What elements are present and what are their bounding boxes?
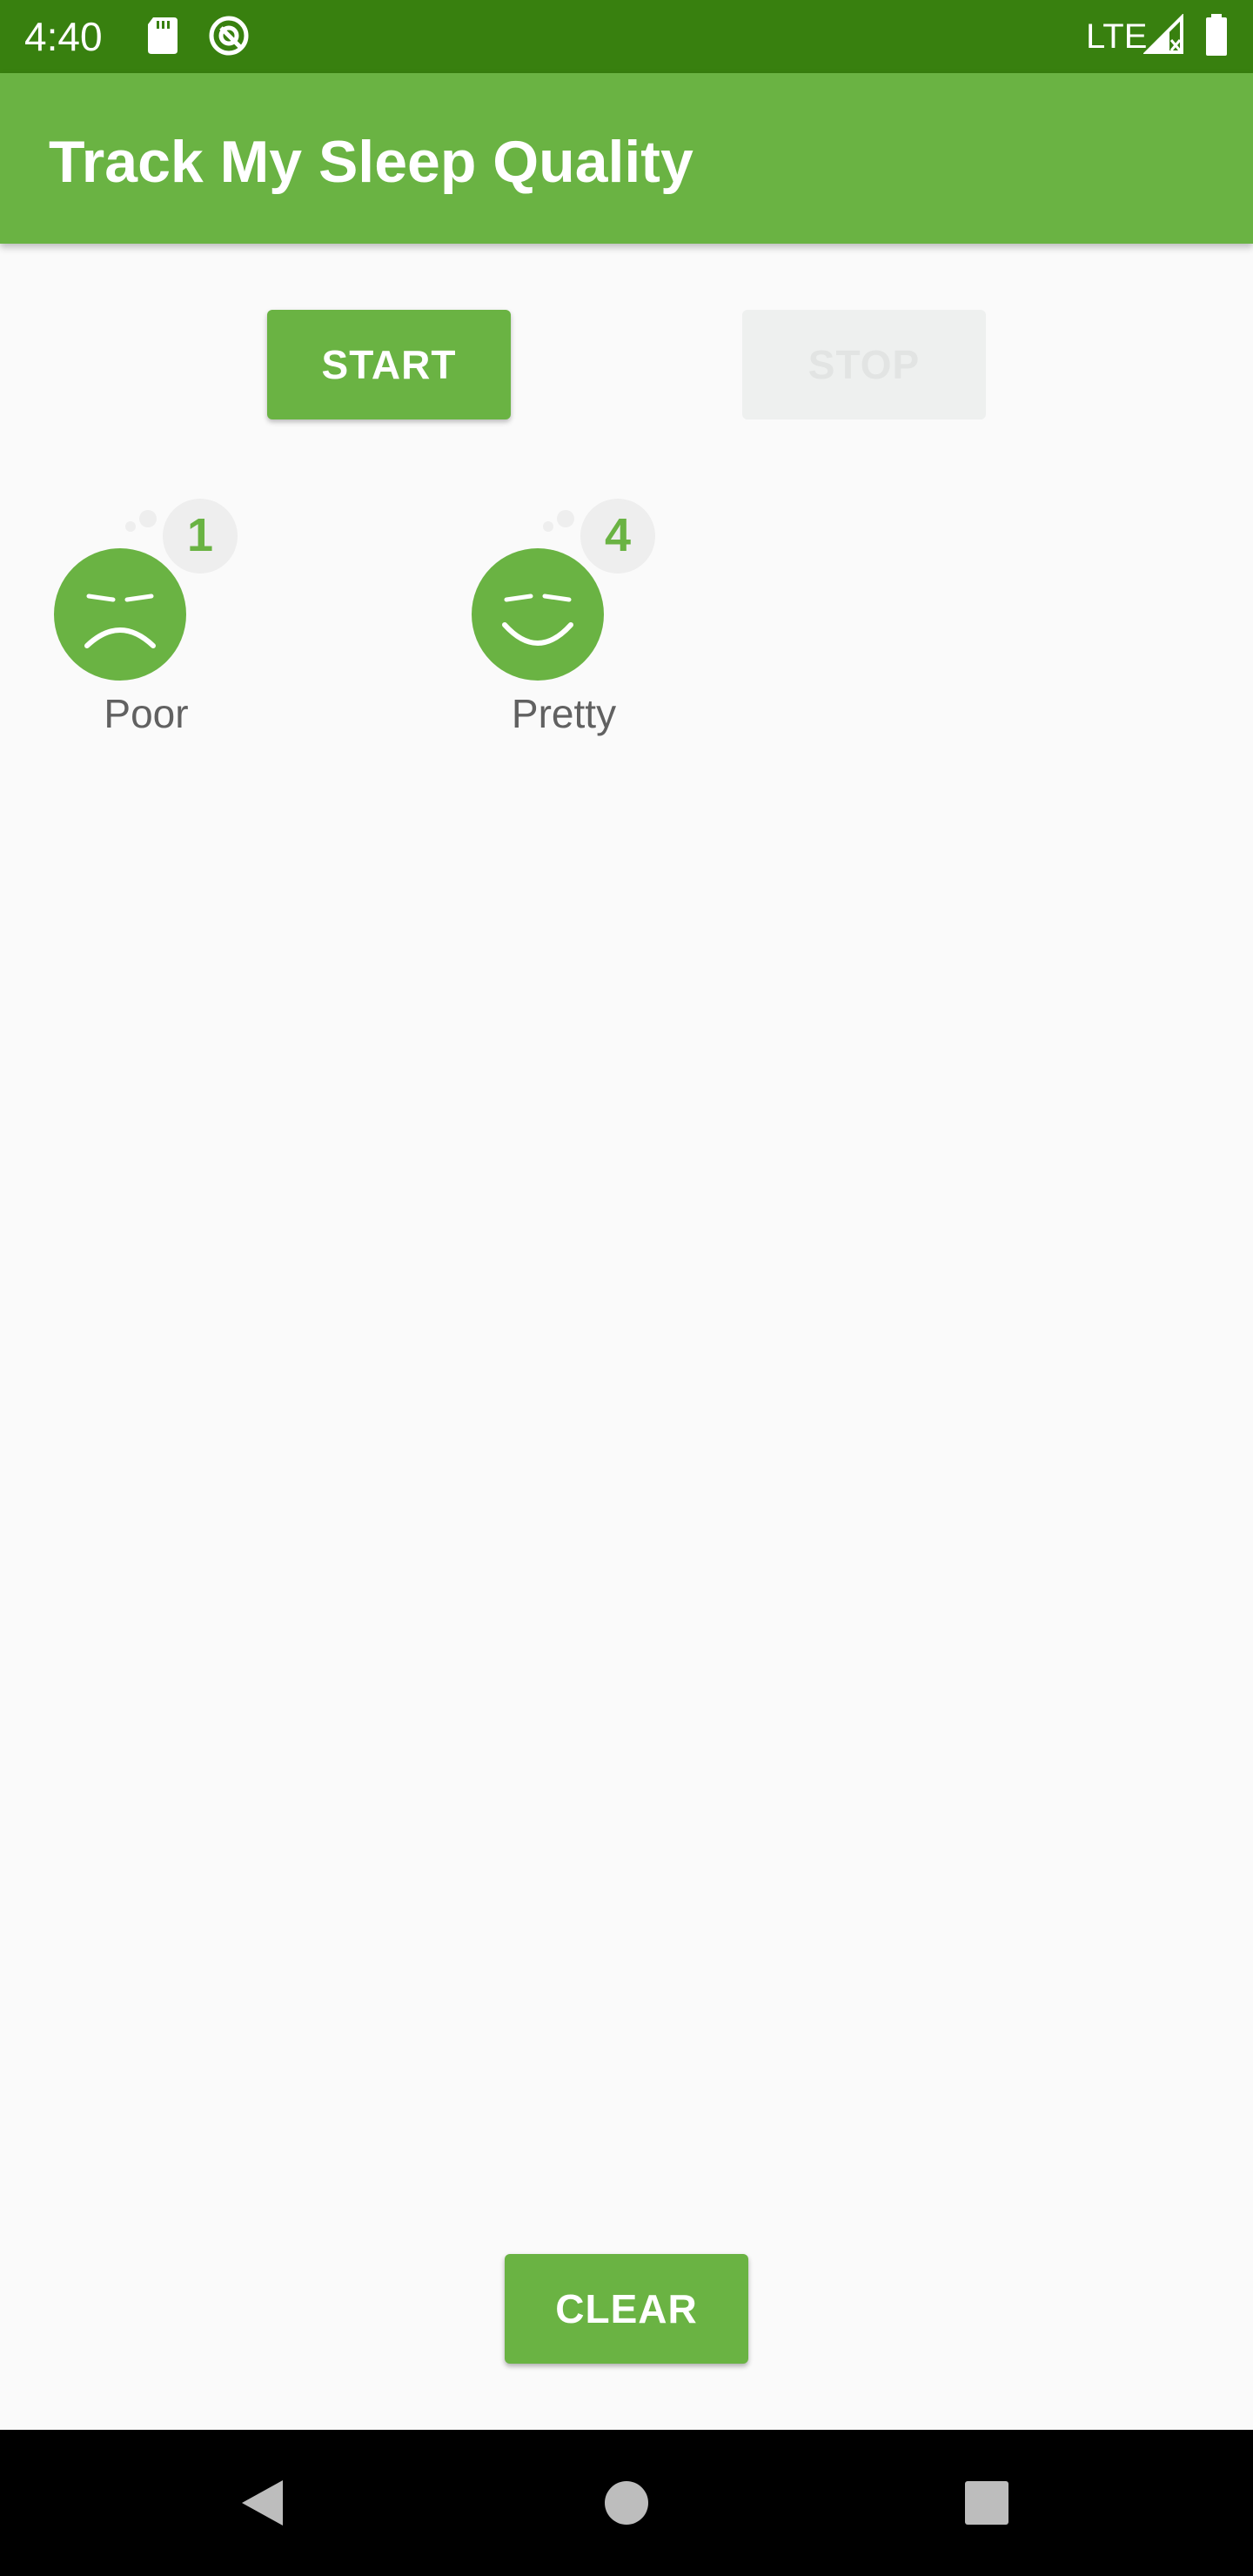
start-button[interactable]: START (267, 310, 511, 419)
status-bar: 4:40 LTE (0, 0, 1253, 73)
back-icon[interactable] (218, 2430, 305, 2576)
do-not-disturb-icon (207, 14, 251, 62)
home-icon[interactable] (583, 2430, 670, 2576)
happy-face-icon (472, 499, 655, 681)
app-title: Track My Sleep Quality (49, 129, 694, 195)
clear-button[interactable]: CLEAR (505, 2254, 748, 2364)
sleep-quality-label: Poor (104, 691, 189, 736)
sleep-quality-label: Pretty (511, 691, 617, 736)
sd-card-icon (144, 14, 183, 60)
sleep-night-item[interactable]: 4 Pretty (433, 487, 694, 748)
network-type: LTE (1086, 17, 1148, 56)
recents-icon[interactable] (943, 2430, 1030, 2576)
sleep-rating-badge: 1 (186, 509, 214, 561)
signal-icon (1142, 13, 1185, 60)
sleep-rating-badge: 4 (604, 509, 632, 561)
navigation-bar (0, 2430, 1253, 2576)
sleep-night-item[interactable]: 1 Poor (16, 487, 277, 748)
status-time: 4:40 (24, 14, 103, 59)
app-bar: Track My Sleep Quality (0, 73, 1253, 244)
stop-button[interactable]: STOP (742, 310, 986, 419)
sad-face-icon (54, 499, 238, 681)
battery-icon (1204, 14, 1229, 62)
